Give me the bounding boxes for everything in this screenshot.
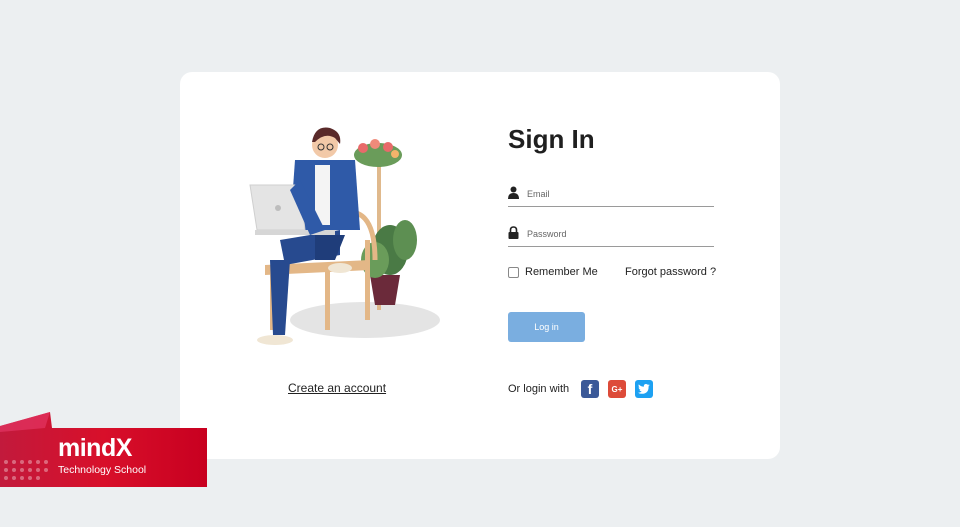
remember-me-checkbox[interactable] <box>508 266 519 278</box>
remember-me-toggle[interactable]: Remember Me <box>508 266 598 278</box>
page-title: Sign In <box>508 124 595 154</box>
password-input[interactable] <box>527 225 712 243</box>
lock-icon <box>508 226 519 239</box>
facebook-login-button[interactable]: f <box>581 380 599 398</box>
facebook-icon: f <box>587 381 593 397</box>
twitter-login-button[interactable] <box>635 380 653 398</box>
user-icon <box>508 186 519 199</box>
create-account-link[interactable]: Create an account <box>288 381 386 395</box>
remember-me-label: Remember Me <box>525 266 598 278</box>
forgot-password-link[interactable]: Forgot password ? <box>625 266 716 278</box>
email-field[interactable] <box>508 185 714 207</box>
email-input[interactable] <box>527 185 712 203</box>
brand-name: mindX <box>58 434 132 462</box>
google-plus-icon: G+ <box>611 384 623 394</box>
or-login-label: Or login with <box>508 383 570 395</box>
twitter-icon <box>638 384 650 394</box>
person-with-laptop-illustration <box>249 127 440 345</box>
password-field[interactable] <box>508 225 714 247</box>
brand-logo-banner: mindX Technology School <box>0 412 207 487</box>
brand-tagline: Technology School <box>58 464 147 476</box>
login-button[interactable]: Log in <box>508 312 585 342</box>
google-plus-login-button[interactable]: G+ <box>608 380 626 398</box>
